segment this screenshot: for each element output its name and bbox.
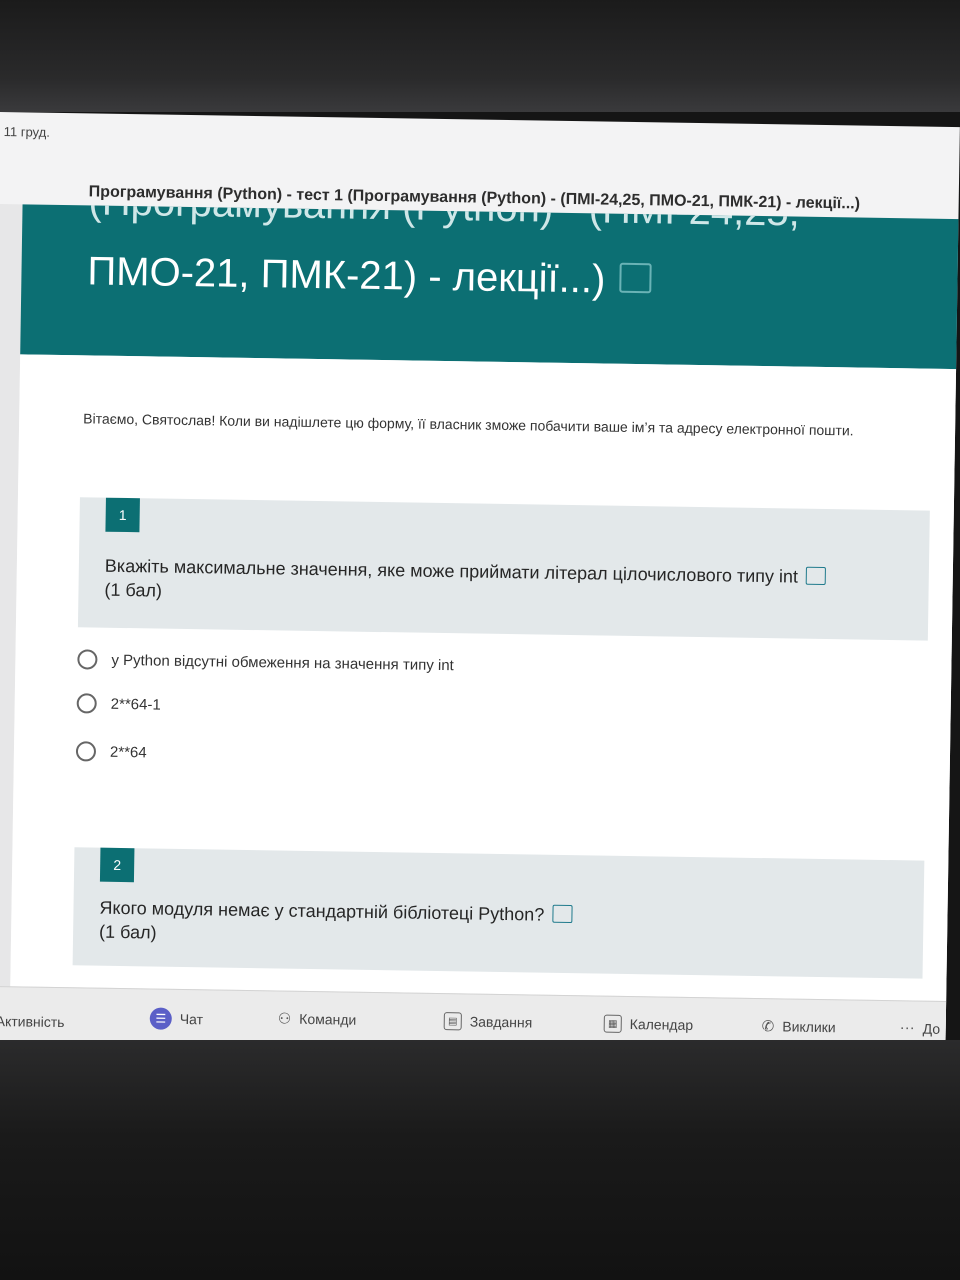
more-icon: ···: [899, 1019, 915, 1037]
teams-icon: ⚇: [277, 1010, 292, 1028]
question-number: 2: [99, 847, 135, 883]
option-label: у Python відсутні обмеження на значення …: [111, 651, 454, 674]
question-1-points: (1 бал): [104, 579, 163, 601]
nav-teams-label: Команди: [299, 1010, 357, 1028]
banner-title: ПМО-21, ПМК-21) - лекції...): [87, 249, 652, 303]
nav-calendar-label: Календар: [629, 1016, 694, 1033]
radio-button[interactable]: [77, 649, 98, 670]
nav-calls[interactable]: ✆ Виклики: [762, 1017, 836, 1036]
immersive-reader-icon[interactable]: [619, 263, 652, 294]
nav-activity[interactable]: Активність: [0, 1013, 65, 1030]
screen: 11 груд. Програмування (Python) - тест 1…: [0, 112, 960, 1061]
speaker-icon[interactable]: [552, 905, 573, 924]
nav-calls-label: Виклики: [782, 1018, 836, 1036]
nav-more[interactable]: ··· До: [900, 1019, 941, 1037]
option-3[interactable]: 2**64: [75, 741, 147, 762]
nav-assignments[interactable]: ▤ Завдання: [443, 1012, 533, 1031]
question-2-text: Якого модуля немає у стандартній бібліот…: [99, 897, 545, 925]
banner-title-text: ПМО-21, ПМК-21) - лекції...): [87, 249, 606, 302]
option-2[interactable]: 2**64-1: [76, 693, 161, 714]
radio-button[interactable]: [76, 693, 97, 714]
chat-icon: ☰: [149, 1007, 172, 1030]
question-2-points: (1 бал): [98, 921, 157, 943]
nav-more-label: До: [922, 1020, 941, 1037]
phone-icon: ✆: [761, 1018, 775, 1036]
option-label: 2**64-1: [110, 695, 161, 714]
monitor-bezel-bottom: [0, 1040, 960, 1280]
nav-activity-label: Активність: [0, 1013, 65, 1031]
nav-assignments-label: Завдання: [469, 1013, 533, 1031]
question-number: 1: [105, 497, 140, 533]
form-banner: (Програмування (Python) - (ПМІ-24,25, ПМ…: [20, 204, 960, 370]
nav-chat-label: Чат: [179, 1010, 204, 1028]
assignments-icon: ▤: [443, 1012, 462, 1031]
nav-chat[interactable]: ☰ Чат: [149, 1007, 204, 1030]
speaker-icon[interactable]: [805, 566, 827, 586]
radio-button[interactable]: [75, 741, 97, 762]
nav-calendar[interactable]: ▦ Календар: [603, 1014, 694, 1034]
option-label: 2**64: [109, 743, 147, 761]
calendar-icon: ▦: [603, 1014, 622, 1033]
nav-teams[interactable]: ⚇ Команди: [278, 1009, 357, 1028]
date-label: 11 груд.: [3, 124, 51, 140]
monitor-bezel-top: [0, 0, 960, 112]
